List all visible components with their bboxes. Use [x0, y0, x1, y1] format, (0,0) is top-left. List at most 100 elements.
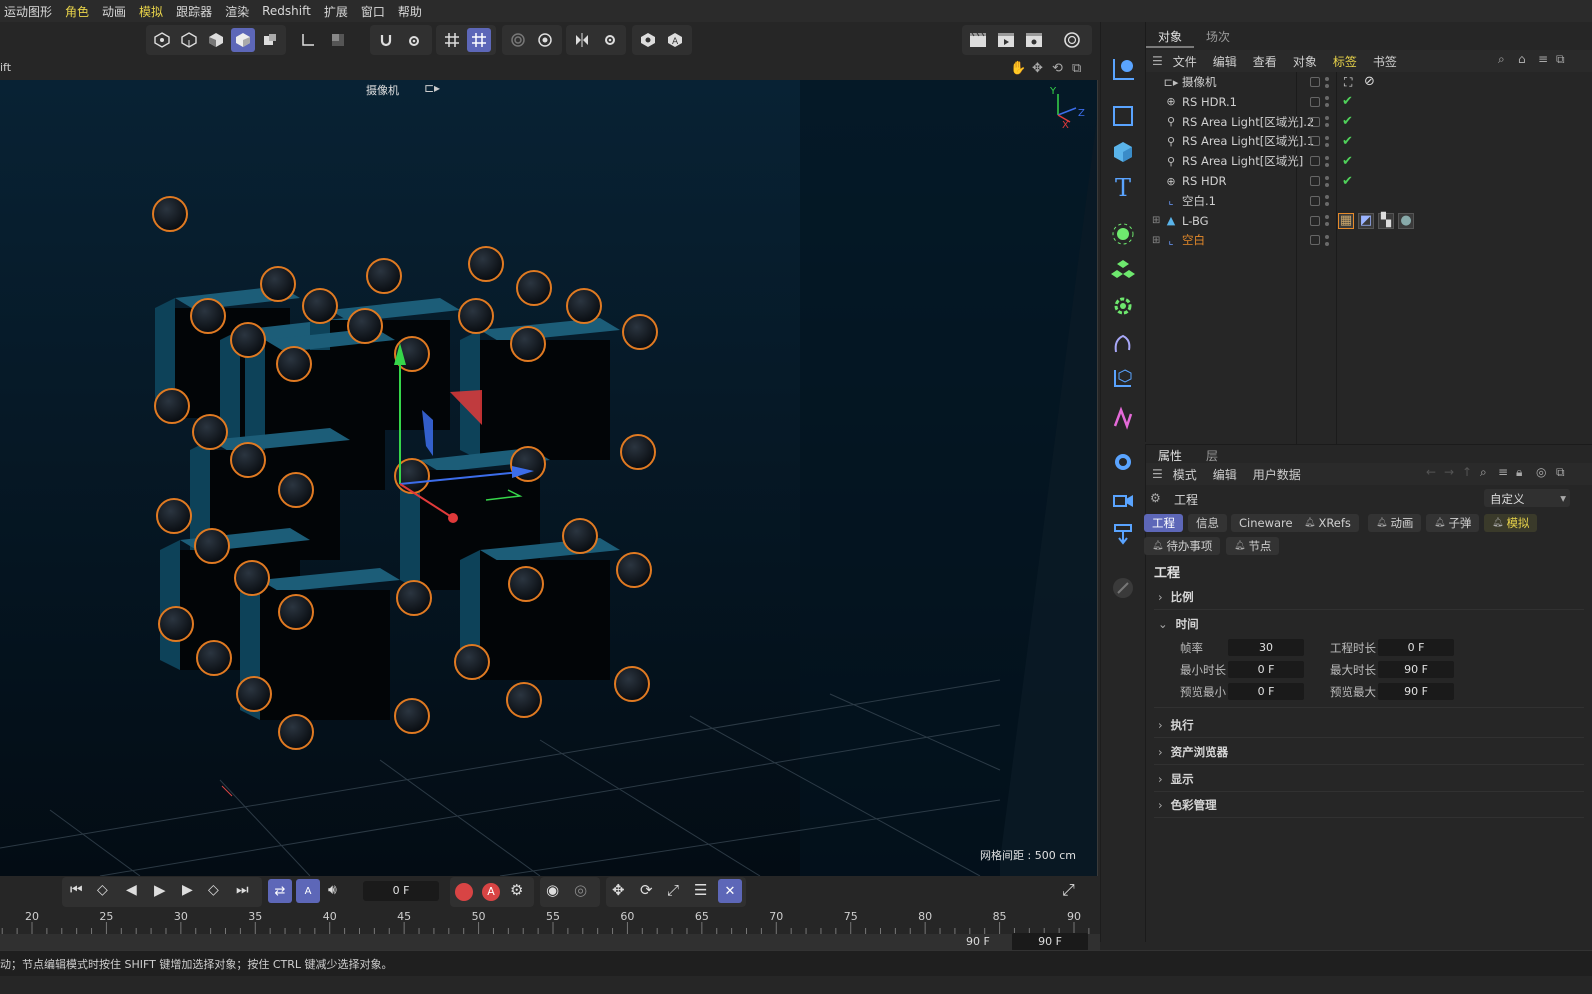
workplane-icon[interactable] [467, 28, 491, 52]
play-icon[interactable]: ▶ [154, 881, 166, 899]
group-scale[interactable]: › 比例 [1158, 589, 1194, 605]
visibility-dots-icon[interactable] [1325, 215, 1331, 227]
previous-key-icon[interactable]: ◇ [97, 882, 108, 898]
duration-field[interactable]: 0 F [1378, 639, 1454, 656]
light-tool-icon[interactable] [1107, 518, 1139, 550]
objects-menu-item[interactable]: 对象 [1293, 53, 1317, 70]
camera-label[interactable]: 摄像机 [366, 82, 399, 98]
enabled-check-icon[interactable]: ✔ [1342, 94, 1353, 109]
render-settings-icon[interactable] [1022, 28, 1046, 52]
polygons-mode-icon[interactable] [231, 28, 255, 52]
camera-link-icon[interactable]: ⊏▸ [424, 81, 440, 95]
menu-item[interactable]: 模拟 [139, 3, 163, 20]
object-name[interactable]: L-BG [1182, 214, 1209, 228]
object-name[interactable]: 空白 [1182, 232, 1205, 248]
text-object-icon[interactable]: T [1107, 172, 1139, 204]
sound-icon[interactable]: 🔊︎ [328, 882, 337, 898]
preview-min-field[interactable]: 0 F [1228, 683, 1304, 700]
up-icon[interactable]: ↑ [1462, 465, 1472, 479]
object-name[interactable]: RS Area Light[区域光].2 [1182, 114, 1314, 130]
texture-tag-icon[interactable]: ▚ [1378, 212, 1394, 229]
auto-keyframe-icon[interactable]: A [296, 879, 320, 903]
expand-icon[interactable]: ⊞ [1152, 235, 1160, 246]
object-name[interactable]: 空白.1 [1182, 193, 1216, 209]
record-settings-icon[interactable]: ⚙ [510, 881, 523, 899]
visibility-dots-icon[interactable] [1325, 116, 1331, 128]
enabled-check-icon[interactable]: ✔ [1342, 114, 1353, 129]
menu-item[interactable]: 扩展 [324, 3, 348, 20]
group-asset-browser[interactable]: › 资产浏览器 [1158, 744, 1228, 760]
back-icon[interactable]: ← [1426, 465, 1436, 479]
render-tag-icon[interactable]: ▦ [1338, 212, 1354, 229]
target-icon[interactable]: ◎ [1536, 465, 1546, 479]
layer-edit-icon[interactable] [1310, 176, 1320, 186]
layer-edit-icon[interactable] [1310, 235, 1320, 246]
previous-frame-icon[interactable]: ◀ [126, 882, 137, 898]
hamburger-icon[interactable]: ☰ [1152, 54, 1163, 68]
magnet-icon[interactable] [374, 28, 398, 52]
attribute-tab[interactable]: 🔔︎ XRefs [1296, 514, 1359, 532]
enabled-check-icon[interactable]: ✔ [1342, 154, 1353, 169]
protection-tag-icon[interactable]: ⊘ [1364, 74, 1375, 89]
object-name[interactable]: RS Area Light[区域光] [1182, 153, 1303, 169]
attribute-tab[interactable]: 工程 [1144, 514, 1183, 532]
uv-mode-icon[interactable] [258, 28, 282, 52]
menu-item[interactable]: 窗口 [361, 3, 385, 20]
object-name[interactable]: RS Area Light[区域光].1 [1182, 133, 1314, 149]
attribute-tab[interactable]: 🔔︎ 节点 [1226, 537, 1280, 555]
go-to-start-icon[interactable]: ⏮ [70, 882, 83, 898]
layer-edit-icon[interactable] [1310, 77, 1320, 87]
layer-edit-icon[interactable] [1310, 96, 1320, 107]
parameter-key-icon[interactable]: ☰ [694, 881, 707, 899]
object-row[interactable]: ⚲ RS Area Light[区域光].1 ✔ [1146, 131, 1592, 151]
tab-objects[interactable]: 对象 [1146, 26, 1195, 48]
field-icon[interactable] [1107, 402, 1139, 434]
attribute-tab[interactable]: 信息 [1188, 514, 1227, 532]
search-icon[interactable]: ⌕ [1480, 465, 1487, 480]
position-key-icon[interactable]: ✥ [612, 881, 625, 899]
object-name[interactable]: RS HDR [1182, 174, 1226, 188]
rotation-key-icon[interactable]: ⟳ [640, 881, 653, 899]
symmetry-settings-icon[interactable] [598, 28, 622, 52]
redshift-icon[interactable] [1060, 28, 1084, 52]
null-tool-icon[interactable] [1107, 362, 1139, 394]
attribute-tab[interactable]: 🔔︎ 动画 [1368, 514, 1422, 532]
visibility-dots-icon[interactable] [1325, 155, 1331, 167]
enabled-check-icon[interactable]: ✔ [1342, 174, 1353, 189]
scene-icon[interactable] [1107, 446, 1139, 478]
lock-icon[interactable]: 🔒︎ [1516, 465, 1522, 480]
auto-key-icon[interactable]: A [663, 28, 687, 52]
radial-icon[interactable] [533, 28, 557, 52]
view-cube-icon[interactable] [636, 28, 660, 52]
forward-icon[interactable]: → [1444, 465, 1454, 479]
model-mode-icon[interactable] [150, 28, 174, 52]
grid-icon[interactable] [440, 28, 464, 52]
go-to-end-icon[interactable]: ⏭ [236, 882, 249, 898]
preset-dropdown[interactable]: 自定义 ▾ [1484, 489, 1570, 507]
rotate-view-icon[interactable]: ⟲ [1052, 61, 1063, 76]
keying-settings-icon[interactable]: ◎ [574, 881, 587, 899]
visibility-dots-icon[interactable] [1325, 76, 1331, 88]
snap-settings-icon[interactable] [402, 28, 426, 52]
rectangle-selection-icon[interactable] [1107, 100, 1139, 132]
maximize-view-icon[interactable]: ⧉ [1072, 61, 1081, 76]
move-view-icon[interactable]: ✥ [1032, 61, 1043, 76]
hamburger-icon[interactable]: ☰ [1152, 467, 1163, 481]
record-icon[interactable] [455, 883, 473, 901]
timeline-expand-icon[interactable]: ⤢ [1062, 880, 1075, 900]
attributes-menu-item[interactable]: 用户数据 [1253, 466, 1301, 483]
target-tag-icon[interactable]: ⛶ [1344, 75, 1352, 90]
next-frame-icon[interactable]: ▶ [182, 882, 193, 898]
objects-menu-item[interactable]: 标签 [1333, 53, 1357, 70]
viewport-menu-label[interactable]: ift [0, 61, 11, 74]
symmetry-icon[interactable] [570, 28, 594, 52]
objects-menu-item[interactable]: 查看 [1253, 53, 1277, 70]
render-picture-viewer-icon[interactable] [994, 28, 1018, 52]
visibility-dots-icon[interactable] [1325, 96, 1331, 108]
menu-item[interactable]: Redshift [262, 4, 311, 18]
cloner-icon[interactable] [1107, 254, 1139, 286]
effector-icon[interactable] [1107, 290, 1139, 322]
object-row[interactable]: ⊕ RS HDR ✔ [1146, 171, 1592, 191]
object-row[interactable]: ⚲ RS Area Light[区域光] ✔ [1146, 151, 1592, 171]
menu-item[interactable]: 动画 [102, 3, 126, 20]
